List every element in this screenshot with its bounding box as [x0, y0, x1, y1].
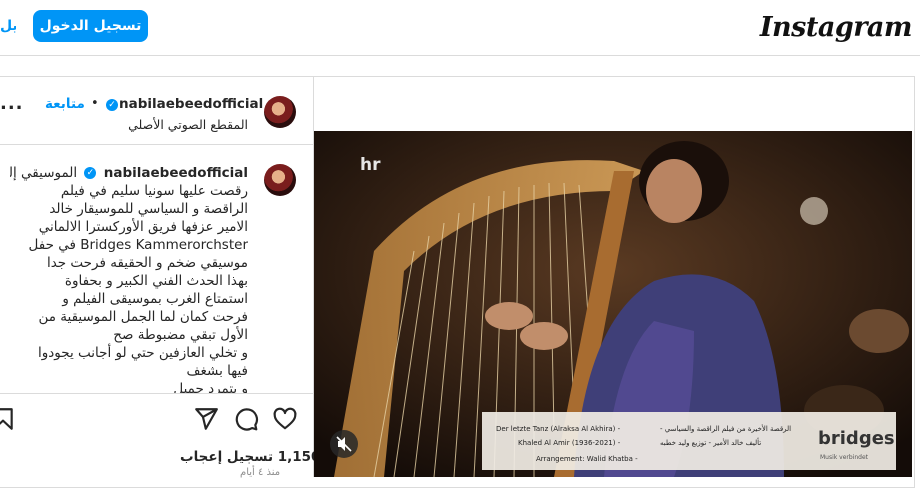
more-options-icon[interactable]: ... [0, 93, 24, 114]
actions-divider [0, 393, 313, 394]
username-text[interactable]: nabilaebeedofficial [119, 96, 263, 112]
caption-avatar[interactable] [264, 164, 296, 196]
author-avatar[interactable] [264, 96, 296, 128]
share-send-icon[interactable] [193, 406, 219, 432]
caption-first-line: الموسيقي إللي [10, 165, 78, 181]
login-button[interactable]: تسجيل الدخول [33, 10, 148, 42]
caption-head: nabilaebeedofficial ✓ الموسيقي إللي [10, 164, 248, 182]
post-time[interactable]: منذ ٤ أيام [240, 467, 280, 478]
mute-button[interactable] [330, 430, 358, 458]
caption-verified-icon: ✓ [84, 167, 97, 179]
caption-username[interactable]: nabilaebeedofficial [104, 165, 248, 181]
bridges-logo: bridges [818, 428, 895, 449]
banner-arranger: Arrangement: Walid Khatba - [536, 455, 638, 463]
follow-button[interactable]: متابعة [45, 96, 85, 112]
bridges-tagline: Musik verbindet [820, 454, 868, 461]
post-username[interactable]: nabilaebeedofficial [119, 96, 263, 112]
comment-icon[interactable] [233, 406, 259, 432]
header-divider [0, 144, 313, 145]
speaker-muted-icon [336, 436, 352, 452]
instagram-logo[interactable]: Instagram [760, 12, 913, 43]
save-bookmark-icon[interactable] [0, 406, 16, 432]
caption-body: رقصت عليها سونيا سليم في فيلم الراقصة و … [28, 183, 248, 394]
banner-composer: Khaled Al Amir (1936-2021) - [518, 439, 621, 447]
signup-link[interactable]: تسجيل [0, 18, 16, 34]
banner-title-arabic: الرقصة الأخيرة من فيلم الراقصة والسياسي … [660, 425, 792, 433]
banner-composer-arabic: تأليف خالد الأمير - توزيع وليد خطبه [660, 439, 762, 447]
channel-logo: hr [360, 155, 381, 175]
separator-dot: • [91, 96, 99, 111]
like-heart-icon[interactable] [272, 406, 298, 432]
likes-count[interactable]: 1,150 تسجيل إعجاب [180, 449, 320, 465]
original-audio-link[interactable]: المقطع الصوتي الأصلي [128, 117, 248, 132]
top-bar: Instagram تسجيل الدخول تسجيل [0, 0, 920, 56]
banner-title: Der letzte Tanz (Alraksa Al Akhira) - [496, 425, 621, 433]
caption: nabilaebeedofficial ✓ الموسيقي إللي رقصت… [10, 164, 248, 394]
verified-badge-icon: ✓ [106, 99, 118, 111]
